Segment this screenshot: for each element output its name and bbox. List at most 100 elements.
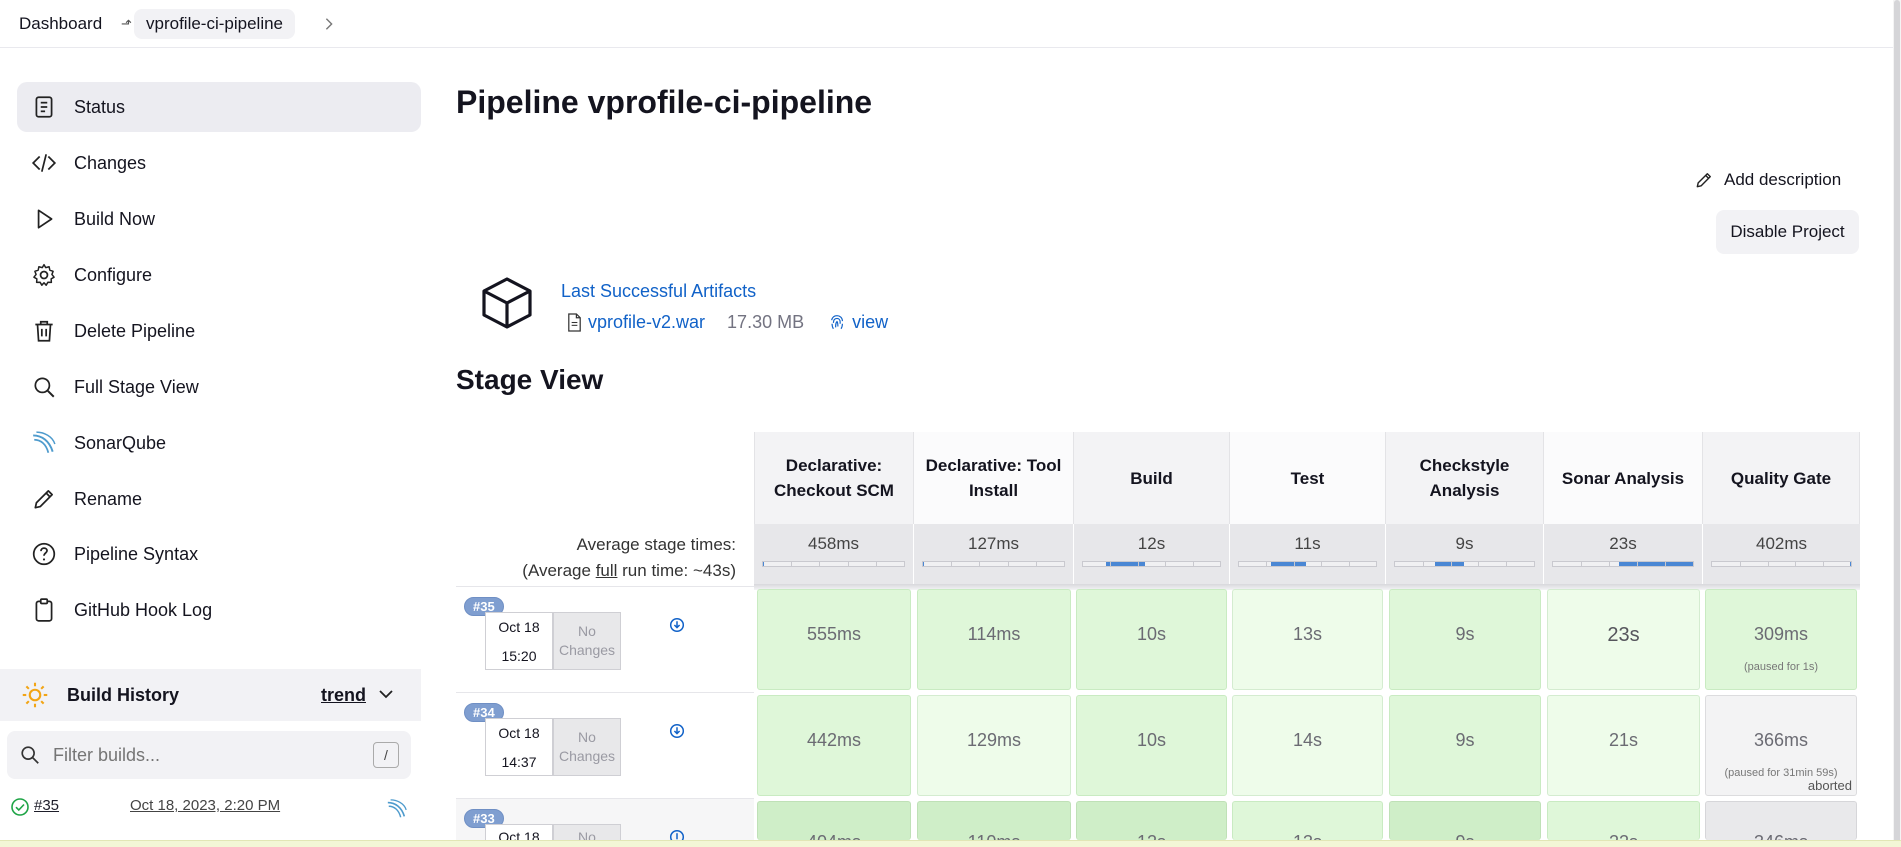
stage-cell[interactable]: 12s — [1076, 801, 1227, 840]
stage-cell-duration: 366ms — [1753, 730, 1809, 750]
run-changes[interactable]: No Changes — [553, 718, 621, 776]
run-date-card: Oct 18 — [485, 824, 553, 840]
stage-average-bar — [1711, 561, 1852, 567]
fingerprint-view-link[interactable]: view — [852, 312, 888, 333]
sidebar-item-pipeline-syntax[interactable]: Pipeline Syntax — [17, 529, 421, 579]
stage-cell[interactable]: 110ms — [917, 801, 1071, 840]
stage-cell[interactable]: 555ms — [757, 589, 911, 690]
avg-bar-tick — [1478, 562, 1480, 566]
page-scrollbar[interactable] — [1893, 0, 1901, 847]
artifact-file-link[interactable]: vprofile-v2.war — [588, 312, 705, 333]
breadcrumb-bar: Dashboard ⬏ vprofile-ci-pipeline — [0, 0, 1901, 48]
avg-bar-tick — [819, 562, 821, 566]
stage-cell-duration: 309ms — [1753, 624, 1809, 644]
play-icon — [30, 205, 58, 233]
avg-bar-tick — [1609, 562, 1610, 566]
build-history-row[interactable]: #35 Oct 18, 2023, 2:20 PM — [7, 794, 417, 820]
stage-cell[interactable]: 9s — [1389, 695, 1541, 796]
stage-average: 458ms — [754, 524, 913, 584]
sidebar-item-label: Changes — [74, 152, 147, 173]
stage-cell[interactable]: 346ms — [1705, 801, 1857, 840]
stage-cell[interactable]: 13s — [1232, 801, 1383, 840]
stage-average-bar-fill — [1270, 562, 1307, 566]
run-date: Oct 18 — [498, 829, 540, 840]
sidebar-item-status[interactable]: Status — [17, 82, 421, 132]
stage-cell[interactable]: 114ms — [917, 589, 1071, 690]
run-changes[interactable]: No — [553, 824, 621, 840]
sidebar-item-label: Rename — [74, 488, 143, 509]
stage-cell[interactable]: 309ms (paused for 1s) — [1705, 589, 1857, 690]
stage-cell[interactable]: 366ms (paused for 31min 59s) aborted — [1705, 695, 1857, 796]
stage-average-value: 458ms — [807, 534, 860, 553]
last-successful-artifacts-link[interactable]: Last Successful Artifacts — [561, 281, 756, 302]
scrollbar-thumb[interactable] — [1894, 0, 1900, 847]
avg-bar-tick — [1035, 562, 1037, 566]
chevron-down-icon[interactable] — [376, 684, 396, 704]
help-circle-icon — [30, 540, 58, 568]
stage-cell[interactable]: 23s — [1547, 589, 1700, 690]
sidebar-item-github-hook-log[interactable]: GitHub Hook Log — [17, 585, 421, 635]
download-artifacts-icon[interactable] — [669, 829, 685, 840]
download-artifacts-icon[interactable] — [669, 617, 685, 633]
stage-cell-duration: 442ms — [806, 730, 862, 750]
stage-cell-duration: 114ms — [967, 624, 1021, 644]
breadcrumb-dashboard[interactable]: Dashboard — [19, 9, 102, 39]
avg-bar-tick — [1739, 562, 1741, 566]
stage-cell[interactable]: 9s — [1389, 589, 1541, 690]
stage-average-value: 127ms — [967, 534, 1020, 553]
stage-average-bar — [1238, 561, 1377, 567]
stage-cell-duration: 9s — [1455, 624, 1475, 644]
stage-cell[interactable]: 10s — [1076, 589, 1227, 690]
disable-project-button[interactable]: Disable Project — [1716, 210, 1859, 254]
stage-cell-duration: 13s — [1233, 832, 1382, 840]
run-changes[interactable]: No Changes — [553, 612, 621, 670]
stage-cell[interactable]: 442ms — [757, 695, 911, 796]
stage-average-bar-fill — [763, 562, 764, 566]
add-description-link[interactable]: Add description — [1694, 167, 1841, 193]
sidebar-item-label: Status — [74, 96, 126, 117]
build-number-link[interactable]: #35 — [34, 797, 59, 814]
sidebar-item-changes[interactable]: Changes — [17, 138, 421, 188]
sidebar-item-configure[interactable]: Configure — [17, 250, 421, 300]
breadcrumb-job[interactable]: vprofile-ci-pipeline — [134, 9, 296, 39]
stage-cell[interactable]: 404ms — [757, 801, 911, 840]
stage-cell-duration: 9s — [1455, 730, 1475, 750]
sidebar-item-delete-pipeline[interactable]: Delete Pipeline — [17, 306, 421, 356]
search-icon — [21, 746, 39, 764]
sonarqube-icon[interactable] — [385, 798, 409, 820]
trend-link[interactable]: trend — [321, 685, 366, 706]
sidebar-item-sonarqube[interactable]: SonarQube — [17, 418, 421, 468]
run-date-card: Oct 18 14:37 — [485, 718, 553, 776]
stage-average-bar-fill — [923, 562, 924, 566]
add-description-label: Add description — [1724, 170, 1842, 189]
sidebar-item-label: Delete Pipeline — [74, 320, 196, 341]
filter-builds-input[interactable] — [51, 743, 351, 767]
stage-cell[interactable]: 14s — [1232, 695, 1383, 796]
stage-cell[interactable]: 9s — [1389, 801, 1541, 840]
breadcrumb-separator-icon: ⬏ — [121, 16, 132, 31]
avg-bar-tick — [791, 562, 793, 566]
stage-cell[interactable]: 21s — [1547, 695, 1700, 796]
run-date: Oct 18 — [498, 619, 540, 635]
stage-header: Sonar Analysis — [1543, 432, 1702, 524]
download-artifacts-icon[interactable] — [669, 723, 685, 739]
sidebar-item-full-stage-view[interactable]: Full Stage View — [17, 362, 421, 412]
sidebar-item-label: Full Stage View — [74, 376, 199, 397]
avg-bar-tick — [1767, 562, 1769, 566]
chevron-right-icon[interactable] — [322, 9, 336, 39]
build-date-link[interactable]: Oct 18, 2023, 2:20 PM — [130, 797, 280, 814]
avg-bar-tick — [1348, 562, 1350, 566]
filter-builds: / — [7, 731, 411, 779]
stage-cell[interactable]: 129ms — [917, 695, 1071, 796]
avg-bar-tick — [1165, 562, 1167, 566]
stage-cell-duration: 10s — [1136, 730, 1167, 750]
fingerprint-icon — [831, 315, 844, 330]
stage-header: Declarative: Tool Install — [913, 432, 1073, 524]
stage-cell[interactable]: 22s — [1547, 801, 1700, 840]
sonarqube-icon — [30, 429, 58, 457]
success-check-icon — [11, 798, 29, 816]
sidebar-item-rename[interactable]: Rename — [17, 474, 421, 524]
stage-cell[interactable]: 10s — [1076, 695, 1227, 796]
sidebar-item-build-now[interactable]: Build Now — [17, 194, 421, 244]
stage-cell[interactable]: 13s — [1232, 589, 1383, 690]
